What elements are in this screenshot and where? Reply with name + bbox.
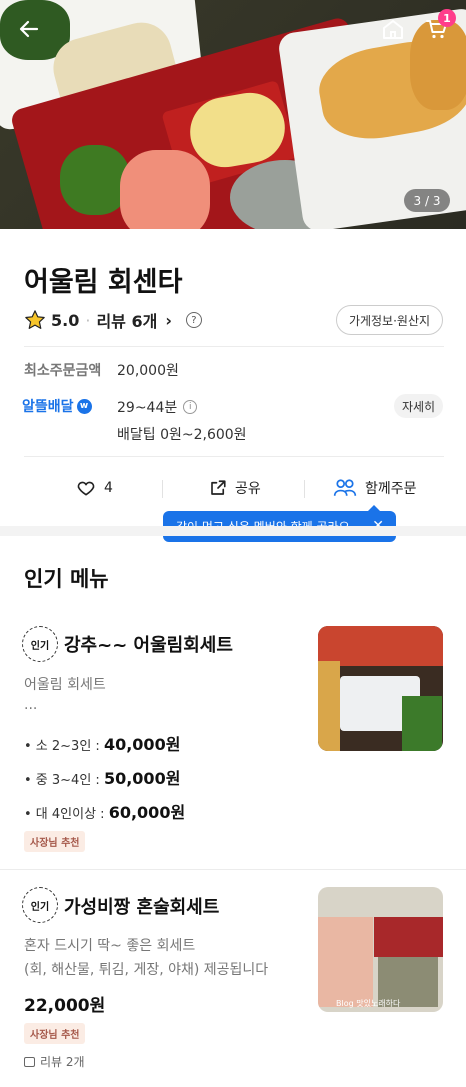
popular-badge: 인기 bbox=[22, 887, 58, 923]
thumb-watermark: Blog 맛있노래하다 bbox=[336, 999, 401, 1008]
option-price: 40,000원 bbox=[103, 735, 181, 754]
delivery-w-icon: w bbox=[76, 398, 92, 414]
store-name: 어울림 회센타 bbox=[24, 267, 183, 298]
review-link[interactable]: 리뷰 6개 bbox=[96, 308, 157, 332]
help-icon[interactable]: ? bbox=[185, 312, 202, 328]
review-count-label: 리뷰 2개 bbox=[40, 1055, 85, 1069]
min-order-label: 최소주문금액 bbox=[24, 363, 102, 379]
divider bbox=[24, 456, 444, 457]
action-separator bbox=[162, 480, 163, 498]
menu-option: • 대 4인이상 : 60,000원 bbox=[24, 799, 185, 823]
delivery-time: 29~44분 i bbox=[117, 397, 198, 417]
section-gap bbox=[0, 526, 466, 536]
like-button[interactable]: 4 bbox=[76, 478, 113, 498]
share-button[interactable]: 공유 bbox=[209, 478, 261, 498]
star-icon bbox=[25, 310, 45, 329]
option-price: 50,000원 bbox=[103, 769, 181, 788]
comment-icon bbox=[24, 1056, 35, 1067]
min-order-value: 20,000원 bbox=[117, 363, 179, 379]
menu-name: 가성비짱 혼술회세트 bbox=[64, 897, 220, 918]
menu-desc: 혼자 드시기 딱~ 좋은 회세트 bbox=[24, 938, 196, 954]
menu-thumbnail[interactable]: Blog 맛있노래하다 bbox=[318, 887, 443, 1012]
menu-thumbnail[interactable] bbox=[318, 626, 443, 751]
divider bbox=[0, 869, 466, 870]
share-icon bbox=[211, 480, 226, 495]
delivery-detail-button[interactable]: 자세히 bbox=[394, 394, 443, 418]
cart-count-badge: 1 bbox=[438, 9, 456, 27]
option-price: 60,000원 bbox=[108, 803, 186, 822]
thumb-sashimi bbox=[318, 917, 373, 1007]
share-label: 공유 bbox=[235, 481, 261, 497]
option-label: • 중 3~4인 : bbox=[24, 773, 100, 788]
info-icon[interactable]: i bbox=[183, 400, 198, 414]
back-button[interactable] bbox=[12, 12, 46, 46]
thumb-red-tray bbox=[374, 917, 443, 957]
rating-value: 5.0 bbox=[51, 310, 80, 330]
thumb-sashimi bbox=[318, 626, 443, 666]
menu-option: • 중 3~4인 : 50,000원 bbox=[24, 765, 180, 789]
rating-row[interactable]: 5.0 · 리뷰 6개 › ? bbox=[24, 307, 202, 333]
option-label: • 소 2~3인 : bbox=[24, 739, 100, 754]
separator-dot: · bbox=[85, 310, 91, 330]
heart-icon bbox=[77, 481, 95, 496]
menu-desc-more: ... bbox=[24, 697, 38, 713]
option-label: • 대 4인이상 : bbox=[24, 807, 105, 822]
menu-price: 22,000원 bbox=[24, 996, 106, 1016]
delivery-brand-label: 알뜰배달 bbox=[22, 399, 74, 415]
menu-name: 강추~~ 어울림회세트 bbox=[64, 635, 233, 656]
group-people-icon bbox=[333, 479, 357, 496]
menu-desc: 어울림 회세트 bbox=[24, 677, 106, 693]
review-count: 리뷰 2개 bbox=[24, 1053, 85, 1070]
owner-recommend-tag: 사장님 추천 bbox=[24, 831, 86, 852]
image-page-indicator: 3 / 3 bbox=[404, 189, 450, 212]
divider bbox=[24, 346, 444, 347]
like-count: 4 bbox=[104, 480, 113, 496]
home-icon bbox=[383, 20, 403, 39]
popular-badge: 인기 bbox=[22, 626, 58, 662]
hero-photo-shrimp bbox=[120, 150, 210, 229]
group-order-label: 함께주문 bbox=[365, 481, 417, 497]
menu-desc: (회, 해산물, 튀김, 게장, 야채) 제공됩니다 bbox=[24, 962, 269, 978]
back-arrow-icon bbox=[19, 20, 39, 38]
store-info-button[interactable]: 가게정보·원산지 bbox=[336, 305, 443, 335]
delivery-brand: 알뜰배달 w bbox=[22, 396, 92, 416]
delivery-time-value: 29~44분 bbox=[117, 400, 178, 416]
delivery-tip: 배달팁 0원~2,600원 bbox=[117, 427, 247, 443]
thumb-greens bbox=[402, 696, 442, 751]
menu-option: • 소 2~3인 : 40,000원 bbox=[24, 731, 180, 755]
owner-recommend-tag: 사장님 추천 bbox=[24, 1023, 86, 1044]
home-button[interactable] bbox=[376, 12, 410, 46]
chevron-right-icon: › bbox=[165, 310, 172, 330]
thumb-fried bbox=[318, 661, 340, 751]
group-order-button[interactable]: 함께주문 bbox=[333, 478, 417, 498]
section-title: 인기 메뉴 bbox=[24, 567, 109, 591]
action-separator bbox=[304, 480, 305, 498]
